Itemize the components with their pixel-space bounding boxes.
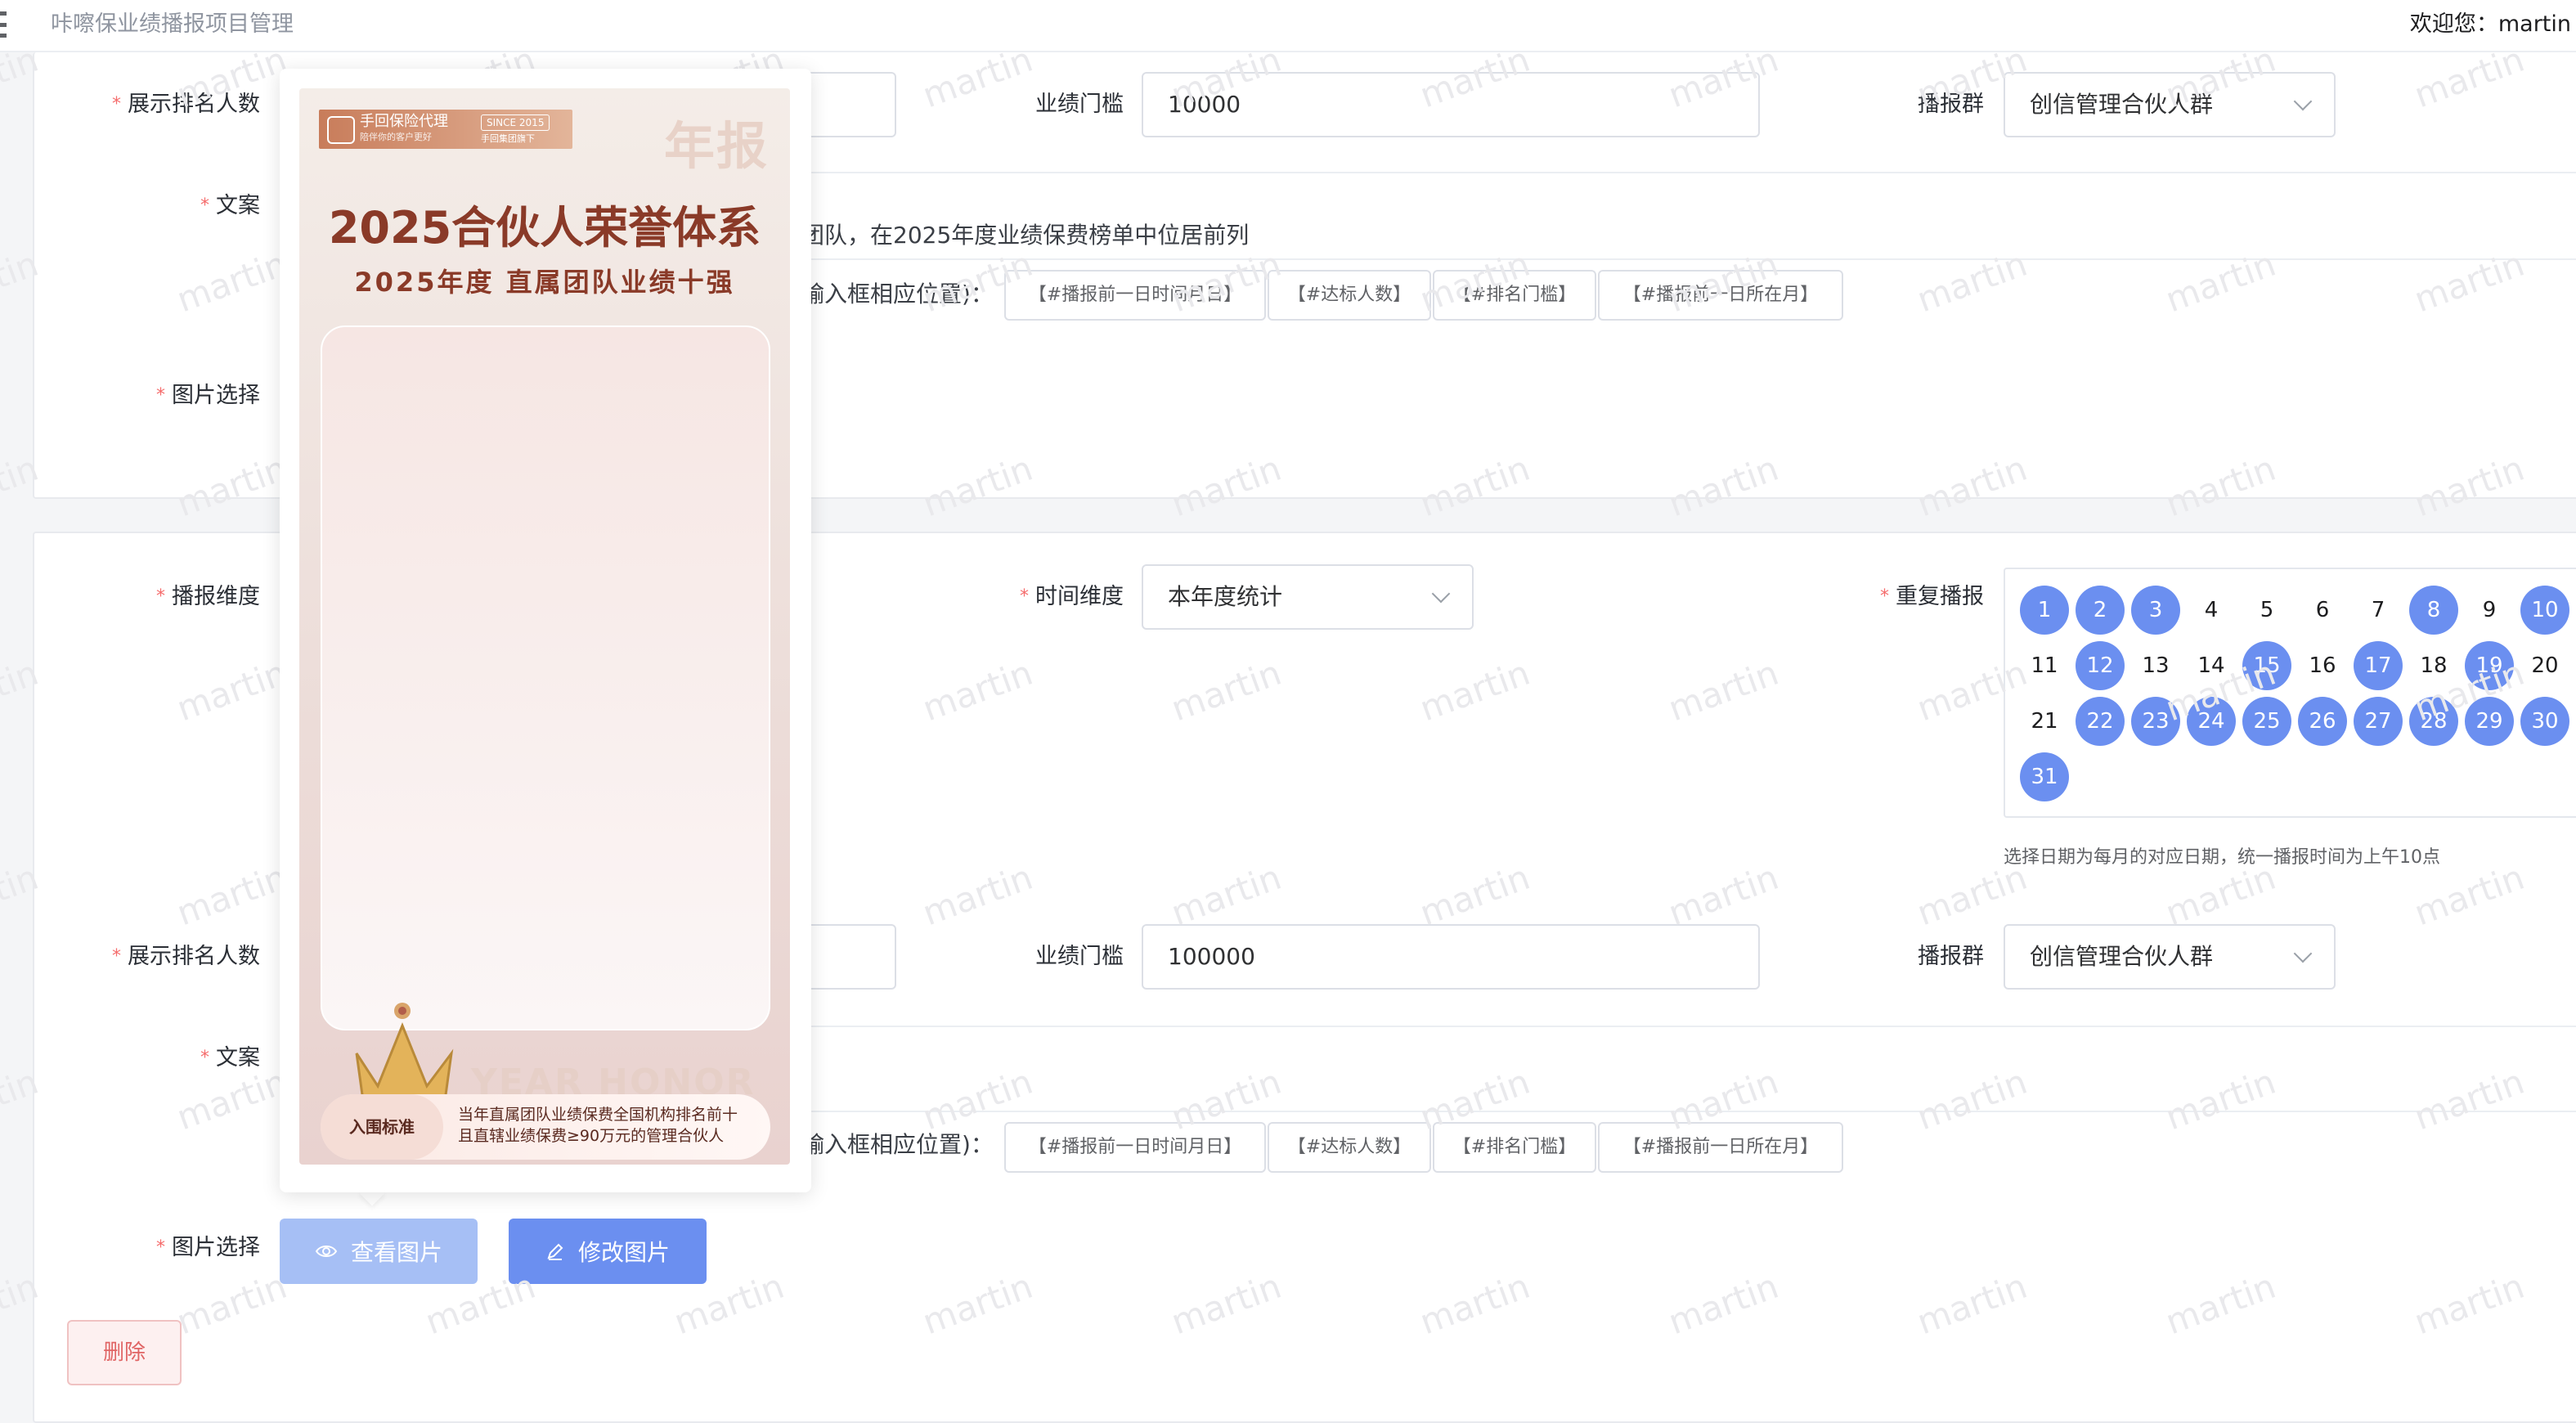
divider (810, 172, 2576, 173)
day-15[interactable]: 15 (2242, 641, 2291, 690)
view-image-label: 查看图片 (350, 1239, 442, 1266)
day-23[interactable]: 23 (2131, 697, 2180, 746)
delete-button[interactable]: 删除 (67, 1320, 182, 1385)
divider (810, 1111, 2576, 1112)
poster-criteria-text: 当年直属团队业绩保费全国机构排名前十 且直辖业绩保费≥90万元的管理合伙人 (458, 1106, 738, 1145)
divider (810, 258, 2576, 260)
copy-label: * 文案 (200, 1045, 260, 1071)
day-21[interactable]: 21 (2020, 697, 2069, 746)
day-26[interactable]: 26 (2298, 697, 2347, 746)
repeat-hint: 选择日期为每月的对应日期，统一播报时间为上午10点 (2004, 847, 2440, 868)
group-label: 播报群 (1918, 92, 1984, 117)
group-label: 播报群 (1918, 944, 1984, 969)
day-14[interactable]: 14 (2187, 641, 2236, 690)
group-select[interactable]: 创信管理合伙人群 (2004, 72, 2336, 137)
poster-corner-text: 年报 (663, 116, 769, 176)
day-2[interactable]: 2 (2076, 586, 2125, 635)
day-17[interactable]: 17 (2354, 641, 2403, 690)
day-5[interactable]: 5 (2242, 586, 2291, 635)
threshold-input[interactable]: 10000 (1142, 72, 1760, 137)
pencil-icon (547, 1243, 563, 1260)
day-22[interactable]: 22 (2076, 697, 2125, 746)
day-10[interactable]: 10 (2520, 586, 2569, 635)
var-tag-count[interactable]: 【#达标人数】 (1268, 270, 1431, 321)
day-28[interactable]: 28 (2409, 697, 2458, 746)
welcome-text: 欢迎您：martin (2409, 11, 2571, 37)
rank-label: * 展示排名人数 (112, 944, 260, 969)
day-24[interactable]: 24 (2187, 697, 2236, 746)
group-select[interactable]: 创信管理合伙人群 (2004, 924, 2336, 990)
threshold-input[interactable]: 100000 (1142, 924, 1760, 990)
day-19[interactable]: 19 (2465, 641, 2514, 690)
day-16[interactable]: 16 (2298, 641, 2347, 690)
poster-subtitle: 2025年度 直属团队业绩十强 (354, 267, 735, 298)
day-18[interactable]: 18 (2409, 641, 2458, 690)
var-tag-date[interactable]: 【#播报前一日时间月日】 (1004, 270, 1266, 321)
edit-image-button[interactable]: 修改图片 (509, 1219, 707, 1284)
day-13[interactable]: 13 (2131, 641, 2180, 690)
image-label: * 图片选择 (156, 1235, 260, 1260)
var-tag-month[interactable]: 【#播报前一日所在月】 (1598, 270, 1843, 321)
view-image-button[interactable]: 查看图片 (280, 1219, 478, 1284)
eye-icon (315, 1246, 338, 1257)
day-6[interactable]: 6 (2298, 586, 2347, 635)
copy-label: * 文案 (200, 193, 260, 218)
day-27[interactable]: 27 (2354, 697, 2403, 746)
day-1[interactable]: 1 (2020, 586, 2069, 635)
hand-logo-icon (327, 116, 355, 144)
app-title: 咔嚓保业绩播报项目管理 (51, 11, 294, 37)
var-tag-date[interactable]: 【#播报前一日时间月日】 (1004, 1122, 1266, 1173)
day-20[interactable]: 20 (2520, 641, 2569, 690)
day-3[interactable]: 3 (2131, 586, 2180, 635)
day-12[interactable]: 12 (2076, 641, 2125, 690)
chevron-down-icon (1431, 584, 1451, 604)
image-label: * 图片选择 (156, 383, 260, 408)
rank-label: * 展示排名人数 (112, 92, 260, 117)
threshold-label: 业绩门槛 (1035, 944, 1124, 969)
dimension-label: * 播报维度 (156, 584, 260, 609)
time-dimension-select[interactable]: 本年度统计 (1142, 564, 1474, 630)
repeat-day-picker: 1 2 3 4 5 6 7 8 9 10 11 12 13 14 15 16 17 18 19 20 21 22 23 24 2… (2004, 568, 2576, 818)
image-preview-popover: 手回保险代理 陪伴你的客户更好 SINCE 2015 手回集团旗下 年报 202… (280, 69, 811, 1192)
top-bar (0, 0, 2576, 52)
var-tag-count[interactable]: 【#达标人数】 (1268, 1122, 1431, 1173)
day-7[interactable]: 7 (2354, 586, 2403, 635)
divider (810, 1026, 2576, 1027)
day-4[interactable]: 4 (2187, 586, 2236, 635)
day-31[interactable]: 31 (2020, 752, 2069, 801)
day-25[interactable]: 25 (2242, 697, 2291, 746)
poster-image: 手回保险代理 陪伴你的客户更好 SINCE 2015 手回集团旗下 年报 202… (299, 88, 790, 1165)
copy-text: 团队，在2025年度业绩保费榜单中位居前列 (801, 222, 1250, 249)
insert-hint: 输入框相应位置)： (801, 281, 994, 307)
day-30[interactable]: 30 (2520, 697, 2569, 746)
poster-content-panel (321, 325, 770, 1030)
insert-hint: 输入框相应位置)： (801, 1131, 994, 1158)
day-11[interactable]: 11 (2020, 641, 2069, 690)
var-tag-rank-threshold[interactable]: 【#排名门槛】 (1433, 270, 1596, 321)
day-9[interactable]: 9 (2465, 586, 2514, 635)
time-dimension-label: * 时间维度 (1020, 584, 1124, 609)
var-tag-month[interactable]: 【#播报前一日所在月】 (1598, 1122, 1843, 1173)
poster-brand-logo: 手回保险代理 陪伴你的客户更好 SINCE 2015 手回集团旗下 (319, 110, 572, 149)
menu-icon[interactable] (0, 11, 7, 38)
day-29[interactable]: 29 (2465, 697, 2514, 746)
chevron-down-icon (2293, 92, 2313, 111)
threshold-label: 业绩门槛 (1035, 92, 1124, 117)
edit-image-label: 修改图片 (577, 1239, 670, 1266)
poster-criteria-label: 入围标准 (321, 1094, 443, 1160)
day-8[interactable]: 8 (2409, 586, 2458, 635)
var-tag-rank-threshold[interactable]: 【#排名门槛】 (1433, 1122, 1596, 1173)
chevron-down-icon (2293, 944, 2313, 963)
poster-title: 2025合伙人荣誉体系 (328, 202, 761, 254)
repeat-label: * 重复播报 (1880, 584, 1984, 609)
